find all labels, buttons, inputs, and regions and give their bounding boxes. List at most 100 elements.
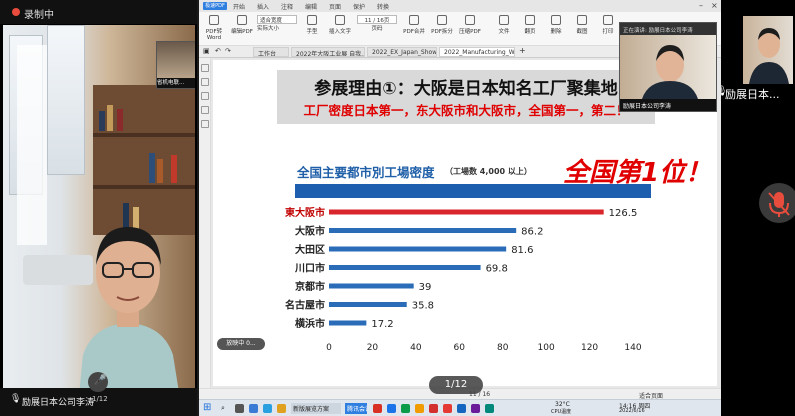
app-icon-4[interactable]: [401, 404, 410, 413]
search-icon[interactable]: [201, 120, 209, 128]
tab-manufacturing-world[interactable]: 2022_Manufacturing_World...: [439, 47, 515, 57]
pip-thumbnail[interactable]: 省机电联...: [156, 41, 195, 89]
split-icon: [437, 15, 447, 25]
x-tick-label: 100: [538, 343, 555, 353]
app-icon-5[interactable]: [415, 404, 424, 413]
delete-button[interactable]: 删除: [543, 15, 569, 35]
speaker-video[interactable]: 省机电联...: [3, 25, 195, 399]
mute-indicator[interactable]: [759, 183, 795, 223]
curtain: [17, 45, 47, 245]
bar: [329, 228, 517, 233]
ribbon-tab-home[interactable]: 开始: [233, 2, 245, 11]
app-icon-2[interactable]: [263, 404, 272, 413]
category-label: 京都市: [295, 280, 325, 293]
ribbon-tab-insert[interactable]: 插入: [257, 2, 269, 11]
right-participant-name: 🎙 励展日本...: [721, 84, 795, 102]
actual-size-button[interactable]: 实际大小: [257, 26, 279, 32]
taskbar-app-meeting[interactable]: 腾讯会议: [345, 403, 367, 414]
text-icon: [335, 15, 345, 25]
page-indicator[interactable]: 1/12: [429, 376, 483, 394]
value-label: 81.6: [511, 245, 533, 256]
pdf-merge-button[interactable]: PDF合并: [401, 15, 427, 35]
speaker-mic-button[interactable]: 🎤: [88, 372, 108, 392]
search-icon[interactable]: ⌕: [221, 404, 225, 413]
category-label: 東大阪市: [285, 206, 325, 219]
category-label: 大阪市: [295, 225, 325, 238]
save-icon[interactable]: ▣: [203, 47, 210, 55]
tab-osaka-expo[interactable]: 2022年大阪工业展 自我...: [291, 47, 365, 57]
right-participant-video[interactable]: [743, 16, 793, 84]
edit-pdf-button[interactable]: 编辑PDF: [229, 15, 255, 35]
category-label: 大田区: [295, 243, 325, 256]
app-icon-9[interactable]: [471, 404, 480, 413]
thumbnail-icon[interactable]: [201, 64, 209, 72]
app-icon-1[interactable]: [249, 404, 258, 413]
bookmark-icon[interactable]: [201, 78, 209, 86]
right-video-panel: 🎙 励展日本...: [721, 0, 795, 416]
flip-button[interactable]: 翻页: [517, 15, 543, 35]
app-icon-8[interactable]: [457, 404, 466, 413]
category-label: 川口市: [294, 262, 325, 275]
value-label: 39: [419, 282, 432, 293]
print-button[interactable]: 打印: [595, 15, 621, 35]
bar: [329, 209, 604, 215]
redo-icon[interactable]: ↷: [225, 47, 231, 55]
x-tick-label: 120: [581, 343, 598, 353]
compress-pdf-button[interactable]: 压缩PDF: [457, 15, 483, 35]
delete-icon: [551, 15, 561, 25]
new-tab-icon[interactable]: +: [519, 46, 526, 55]
windows-start-icon[interactable]: ⊞: [203, 402, 211, 413]
task-view-icon[interactable]: [235, 404, 244, 413]
zoom-select[interactable]: 适合宽度: [257, 15, 297, 24]
ribbon-tab-annotate[interactable]: 注释: [281, 2, 293, 11]
ribbon-tab-protect[interactable]: 保护: [353, 2, 365, 11]
ribbon-tab-convert[interactable]: 转换: [377, 2, 389, 11]
comment-icon[interactable]: [201, 92, 209, 100]
app-icon-6[interactable]: [429, 404, 438, 413]
windows-taskbar: ⊞ ⌕ 新版展览方案 腾讯会议 32°C CPU温度 14:16 周四 2022…: [199, 399, 721, 416]
title-strip: 极速PDF 开始 插入 注释 编辑 页面 保护 转换 – ×: [199, 0, 721, 12]
file-icon: [499, 15, 509, 25]
ribbon-tab-page[interactable]: 页面: [329, 2, 341, 11]
value-label: 126.5: [609, 208, 638, 219]
bar: [329, 246, 507, 252]
x-tick-label: 60: [454, 343, 466, 353]
pdf-to-word-button[interactable]: PDF转Word: [201, 15, 227, 41]
app-icon-10[interactable]: [485, 404, 494, 413]
pdf-split-button[interactable]: PDF拆分: [429, 15, 455, 35]
taskbar-app-plan[interactable]: 新版展览方案: [291, 403, 341, 414]
flip-icon: [525, 15, 535, 25]
recording-bar: 录制中: [0, 0, 197, 24]
attachment-icon[interactable]: [201, 106, 209, 114]
undo-icon[interactable]: ↶: [215, 47, 221, 55]
presenter-pip-header: 正在演讲: 励展日本公司李涛: [620, 23, 716, 35]
presenter-pip-video: [620, 35, 716, 99]
tab-japan-show-report[interactable]: 2022_EX_Japan_Show_repor...: [367, 47, 437, 57]
presentation-pill[interactable]: 放映中 0...: [217, 338, 265, 350]
page-input[interactable]: 11 / 16页: [357, 15, 397, 24]
presenter-pip[interactable]: 正在演讲: 励展日本公司李涛 励展日本公司李涛: [619, 22, 717, 112]
app-icon-7[interactable]: [443, 404, 452, 413]
folder-icon[interactable]: [277, 404, 286, 413]
window-middle: [47, 25, 85, 175]
merge-icon: [409, 15, 419, 25]
category-label: 横浜市: [295, 317, 325, 330]
screenshot-button[interactable]: 截图: [569, 15, 595, 35]
tab-workbench[interactable]: 工作台: [253, 47, 289, 57]
page-number-field[interactable]: 11 / 16页 页码: [357, 15, 397, 32]
recording-dot-icon: [12, 8, 20, 16]
category-label: 名古屋市: [285, 299, 325, 312]
browser-icon[interactable]: [387, 404, 396, 413]
minimize-icon[interactable]: –: [699, 1, 703, 10]
speaker-name: 励展日本公司李涛: [22, 398, 95, 408]
weather-desc: CPU温度: [551, 409, 572, 415]
bar: [329, 265, 481, 270]
file-button[interactable]: 文件: [491, 15, 517, 35]
close-icon[interactable]: ×: [711, 1, 718, 10]
ribbon-tab-edit[interactable]: 编辑: [305, 2, 317, 11]
participant-name-label: 励展日本...: [725, 88, 780, 101]
app-icon-3[interactable]: [373, 404, 382, 413]
hand-tool-button[interactable]: 手型: [299, 15, 325, 35]
recording-label: 录制中: [24, 10, 54, 21]
insert-text-button[interactable]: 插入文字: [327, 15, 353, 35]
